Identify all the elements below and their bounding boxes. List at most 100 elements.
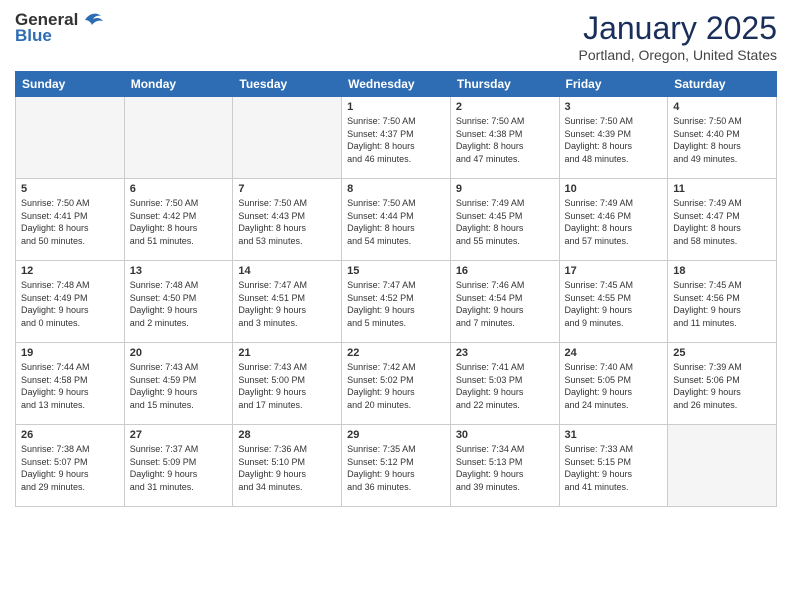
logo-bird-icon <box>81 11 103 29</box>
day-number: 6 <box>130 183 228 195</box>
day-info: Sunrise: 7:47 AM Sunset: 4:52 PM Dayligh… <box>347 279 445 329</box>
day-info: Sunrise: 7:42 AM Sunset: 5:02 PM Dayligh… <box>347 361 445 411</box>
header-tuesday: Tuesday <box>233 72 342 97</box>
day-info: Sunrise: 7:49 AM Sunset: 4:46 PM Dayligh… <box>565 197 663 247</box>
calendar-cell-0-3: 1 Sunrise: 7:50 AM Sunset: 4:37 PM Daylig… <box>342 97 451 179</box>
calendar-cell-4-5: 31Sunrise: 7:33 AM Sunset: 5:15 PM Dayli… <box>559 425 668 507</box>
week-row-3: 12 Sunrise: 7:48 AM Sunset: 4:49 PM Dayli… <box>16 261 777 343</box>
calendar-cell-2-2: 14 Sunrise: 7:47 AM Sunset: 4:51 PM Dayli… <box>233 261 342 343</box>
day-number: 3 <box>565 101 663 113</box>
calendar-table: Sunday Monday Tuesday Wednesday Thursday… <box>15 71 777 507</box>
calendar-cell-3-5: 24 Sunrise: 7:40 AM Sunset: 5:05 PM Dayli… <box>559 343 668 425</box>
day-info: Sunrise: 7:43 AM Sunset: 4:59 PM Dayligh… <box>130 361 228 411</box>
month-title: January 2025 <box>579 10 777 47</box>
day-number: 9 <box>456 183 554 195</box>
calendar-body: 1 Sunrise: 7:50 AM Sunset: 4:37 PM Daylig… <box>16 97 777 507</box>
day-number: 2 <box>456 101 554 113</box>
day-info: Sunrise: 7:50 AM Sunset: 4:39 PM Dayligh… <box>565 115 663 165</box>
calendar-cell-1-3: 8 Sunrise: 7:50 AM Sunset: 4:44 PM Daylig… <box>342 179 451 261</box>
day-info: Sunrise: 7:50 AM Sunset: 4:37 PM Dayligh… <box>347 115 445 165</box>
day-number: 10 <box>565 183 663 195</box>
header-sunday: Sunday <box>16 72 125 97</box>
logo-text-blue: Blue <box>15 26 52 46</box>
day-info: Sunrise: 7:41 AM Sunset: 5:03 PM Dayligh… <box>456 361 554 411</box>
calendar-cell-2-5: 17 Sunrise: 7:45 AM Sunset: 4:55 PM Dayli… <box>559 261 668 343</box>
calendar-cell-3-2: 21Sunrise: 7:43 AM Sunset: 5:00 PM Dayli… <box>233 343 342 425</box>
calendar-cell-1-4: 9 Sunrise: 7:49 AM Sunset: 4:45 PM Daylig… <box>450 179 559 261</box>
calendar-cell-4-6 <box>668 425 777 507</box>
day-info: Sunrise: 7:50 AM Sunset: 4:38 PM Dayligh… <box>456 115 554 165</box>
header-wednesday: Wednesday <box>342 72 451 97</box>
day-info: Sunrise: 7:43 AM Sunset: 5:00 PM Dayligh… <box>238 361 336 411</box>
day-number: 16 <box>456 265 554 277</box>
week-row-4: 19Sunrise: 7:44 AM Sunset: 4:58 PM Dayli… <box>16 343 777 425</box>
day-info: Sunrise: 7:48 AM Sunset: 4:49 PM Dayligh… <box>21 279 119 329</box>
calendar-cell-3-3: 22 Sunrise: 7:42 AM Sunset: 5:02 PM Dayli… <box>342 343 451 425</box>
weekday-header-row: Sunday Monday Tuesday Wednesday Thursday… <box>16 72 777 97</box>
calendar-cell-1-2: 7 Sunrise: 7:50 AM Sunset: 4:43 PM Daylig… <box>233 179 342 261</box>
calendar-cell-3-4: 23 Sunrise: 7:41 AM Sunset: 5:03 PM Dayli… <box>450 343 559 425</box>
day-number: 8 <box>347 183 445 195</box>
day-info: Sunrise: 7:50 AM Sunset: 4:41 PM Dayligh… <box>21 197 119 247</box>
calendar-cell-0-6: 4 Sunrise: 7:50 AM Sunset: 4:40 PM Daylig… <box>668 97 777 179</box>
calendar-cell-2-1: 13 Sunrise: 7:48 AM Sunset: 4:50 PM Dayli… <box>124 261 233 343</box>
day-info: Sunrise: 7:49 AM Sunset: 4:45 PM Dayligh… <box>456 197 554 247</box>
calendar-cell-4-1: 27Sunrise: 7:37 AM Sunset: 5:09 PM Dayli… <box>124 425 233 507</box>
calendar-cell-4-2: 28Sunrise: 7:36 AM Sunset: 5:10 PM Dayli… <box>233 425 342 507</box>
calendar-cell-2-6: 18Sunrise: 7:45 AM Sunset: 4:56 PM Dayli… <box>668 261 777 343</box>
calendar-cell-1-0: 5 Sunrise: 7:50 AM Sunset: 4:41 PM Daylig… <box>16 179 125 261</box>
day-info: Sunrise: 7:49 AM Sunset: 4:47 PM Dayligh… <box>673 197 771 247</box>
day-number: 23 <box>456 347 554 359</box>
day-info: Sunrise: 7:48 AM Sunset: 4:50 PM Dayligh… <box>130 279 228 329</box>
day-number: 4 <box>673 101 771 113</box>
calendar-cell-0-5: 3 Sunrise: 7:50 AM Sunset: 4:39 PM Daylig… <box>559 97 668 179</box>
location-title: Portland, Oregon, United States <box>579 47 777 63</box>
day-number: 28 <box>238 429 336 441</box>
day-info: Sunrise: 7:50 AM Sunset: 4:43 PM Dayligh… <box>238 197 336 247</box>
day-number: 7 <box>238 183 336 195</box>
calendar-cell-3-6: 25Sunrise: 7:39 AM Sunset: 5:06 PM Dayli… <box>668 343 777 425</box>
page-container: General Blue January 2025 Portland, Oreg… <box>0 0 792 512</box>
calendar-cell-1-1: 6Sunrise: 7:50 AM Sunset: 4:42 PM Daylig… <box>124 179 233 261</box>
calendar-cell-2-0: 12 Sunrise: 7:48 AM Sunset: 4:49 PM Dayli… <box>16 261 125 343</box>
calendar-cell-4-4: 30Sunrise: 7:34 AM Sunset: 5:13 PM Dayli… <box>450 425 559 507</box>
day-number: 17 <box>565 265 663 277</box>
day-info: Sunrise: 7:47 AM Sunset: 4:51 PM Dayligh… <box>238 279 336 329</box>
day-number: 29 <box>347 429 445 441</box>
calendar-cell-4-3: 29 Sunrise: 7:35 AM Sunset: 5:12 PM Dayli… <box>342 425 451 507</box>
day-info: Sunrise: 7:34 AM Sunset: 5:13 PM Dayligh… <box>456 443 554 493</box>
header-thursday: Thursday <box>450 72 559 97</box>
header-monday: Monday <box>124 72 233 97</box>
logo: General Blue <box>15 10 103 46</box>
week-row-5: 26Sunrise: 7:38 AM Sunset: 5:07 PM Dayli… <box>16 425 777 507</box>
day-info: Sunrise: 7:44 AM Sunset: 4:58 PM Dayligh… <box>21 361 119 411</box>
calendar-cell-1-5: 10 Sunrise: 7:49 AM Sunset: 4:46 PM Dayli… <box>559 179 668 261</box>
day-number: 18 <box>673 265 771 277</box>
day-number: 5 <box>21 183 119 195</box>
header-saturday: Saturday <box>668 72 777 97</box>
day-number: 12 <box>21 265 119 277</box>
day-number: 15 <box>347 265 445 277</box>
calendar-cell-0-4: 2 Sunrise: 7:50 AM Sunset: 4:38 PM Daylig… <box>450 97 559 179</box>
day-info: Sunrise: 7:40 AM Sunset: 5:05 PM Dayligh… <box>565 361 663 411</box>
day-number: 11 <box>673 183 771 195</box>
day-number: 1 <box>347 101 445 113</box>
day-info: Sunrise: 7:35 AM Sunset: 5:12 PM Dayligh… <box>347 443 445 493</box>
day-number: 22 <box>347 347 445 359</box>
day-info: Sunrise: 7:45 AM Sunset: 4:55 PM Dayligh… <box>565 279 663 329</box>
day-number: 13 <box>130 265 228 277</box>
calendar-cell-3-0: 19Sunrise: 7:44 AM Sunset: 4:58 PM Dayli… <box>16 343 125 425</box>
day-number: 14 <box>238 265 336 277</box>
title-area: January 2025 Portland, Oregon, United St… <box>579 10 777 63</box>
day-info: Sunrise: 7:50 AM Sunset: 4:40 PM Dayligh… <box>673 115 771 165</box>
calendar-cell-0-0 <box>16 97 125 179</box>
day-number: 20 <box>130 347 228 359</box>
day-number: 24 <box>565 347 663 359</box>
day-info: Sunrise: 7:46 AM Sunset: 4:54 PM Dayligh… <box>456 279 554 329</box>
calendar-cell-3-1: 20 Sunrise: 7:43 AM Sunset: 4:59 PM Dayli… <box>124 343 233 425</box>
calendar-cell-2-3: 15 Sunrise: 7:47 AM Sunset: 4:52 PM Dayli… <box>342 261 451 343</box>
day-number: 25 <box>673 347 771 359</box>
header: General Blue January 2025 Portland, Oreg… <box>15 10 777 63</box>
calendar-cell-1-6: 11 Sunrise: 7:49 AM Sunset: 4:47 PM Dayli… <box>668 179 777 261</box>
day-info: Sunrise: 7:50 AM Sunset: 4:44 PM Dayligh… <box>347 197 445 247</box>
